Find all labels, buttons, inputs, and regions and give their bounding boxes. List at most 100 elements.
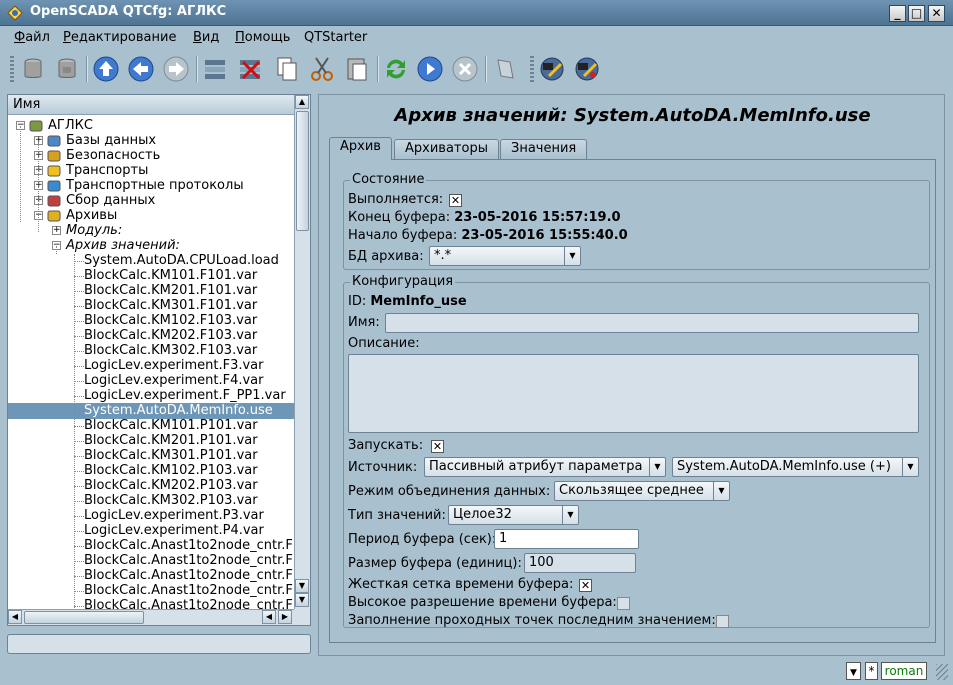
high-res-checkbox[interactable] (617, 597, 630, 610)
buffer-period-field[interactable]: 1 (494, 529, 639, 549)
state-group-title: Состояние (350, 172, 427, 187)
scroll-up-icon[interactable]: ▲ (295, 95, 309, 109)
app-icon (7, 5, 23, 21)
forward-icon[interactable] (161, 54, 191, 84)
refresh-icon[interactable] (381, 54, 411, 84)
paste-icon[interactable] (342, 54, 372, 84)
tree-item-label: BlockCalc.KM302.F103.var (84, 343, 258, 358)
value-type-select[interactable]: Целое32 ▼ (448, 505, 579, 525)
fill-points-checkbox[interactable] (716, 615, 729, 628)
running-label: Выполняется: (348, 192, 444, 207)
archive-db-label: БД архива: (348, 249, 424, 264)
tree-item-label: LogicLev.experiment.P4.var (84, 523, 264, 538)
tree-item-label: BlockCalc.KM201.P101.var (84, 433, 258, 448)
scroll-down-icon[interactable]: ▼ (295, 593, 309, 607)
toolbar-grip[interactable] (10, 56, 14, 84)
tab-pane: Состояние Выполняется: ✕ Конец буфера: 2… (329, 159, 936, 643)
maximize-button[interactable]: □ (908, 5, 925, 22)
scroll-left-icon[interactable]: ◀ (8, 610, 22, 624)
state-group: Состояние Выполняется: ✕ Конец буфера: 2… (343, 172, 930, 270)
copy-icon[interactable] (272, 54, 302, 84)
toolbar-grip-2[interactable] (530, 56, 534, 84)
hard-grid-label: Жесткая сетка времени буфера: (348, 577, 574, 592)
expand-icon[interactable]: + (52, 226, 61, 235)
navigation-tree: Имя − АГЛКС + Базы данных + Безопасность + Тран… (7, 94, 311, 626)
tab-values[interactable]: Значения (500, 139, 588, 159)
status-user[interactable]: roman (881, 662, 927, 680)
status-dropdown[interactable]: ▼ (846, 662, 861, 680)
description-field[interactable] (348, 354, 919, 433)
source-label: Источник: (348, 460, 418, 475)
toolbar (0, 50, 953, 90)
tree-item-label: Транспортные протоколы (66, 178, 244, 193)
security-icon (46, 148, 62, 164)
tree-item-label: LogicLev.experiment.F3.var (84, 358, 264, 373)
hard-grid-checkbox[interactable]: ✕ (579, 579, 592, 592)
buffer-size-label: Размер буфера (единиц): (348, 556, 522, 571)
left-status-field (7, 634, 311, 654)
stop-icon[interactable] (450, 54, 480, 84)
menu-edit[interactable]: Редактирование (63, 30, 176, 45)
tree-item-label: BlockCalc.KM202.F103.var (84, 328, 258, 343)
tree-item-label: BlockCalc.Anast1to2node_cntr.F (84, 598, 293, 609)
add-item-icon[interactable] (200, 54, 230, 84)
tree-item-label: BlockCalc.KM301.F101.var (84, 298, 258, 313)
tab-archivers[interactable]: Архиваторы (394, 139, 499, 159)
item-icon[interactable] (490, 54, 520, 84)
tree-item-label: BlockCalc.KM101.P101.var (84, 418, 258, 433)
tree-item-label: LogicLev.experiment.F_PP1.var (84, 388, 286, 403)
uicfg-icon[interactable] (572, 54, 602, 84)
chevron-down-icon: ▼ (649, 458, 665, 476)
qtcfg-icon[interactable] (537, 54, 567, 84)
status-modified-indicator: * (865, 662, 878, 680)
tree-item-label: System.AutoDA.MemInfo.use (84, 403, 273, 418)
buffer-size-field[interactable]: 100 (524, 553, 636, 573)
buffer-end-value: 23-05-2016 15:57:19.0 (454, 210, 621, 225)
close-button[interactable]: ✕ (928, 5, 945, 22)
start-checkbox[interactable]: ✕ (431, 440, 444, 453)
db-load-icon[interactable] (18, 54, 48, 84)
delete-item-icon[interactable] (235, 54, 265, 84)
up-icon[interactable] (91, 54, 121, 84)
scroll-left-2-icon[interactable]: ◀ (262, 610, 276, 624)
menu-file[interactable]: Файл (14, 30, 50, 45)
fill-points-label: Заполнение проходных точек последним зна… (348, 613, 716, 628)
combine-mode-select[interactable]: Скользящее среднее ▼ (554, 481, 730, 501)
tab-archive[interactable]: Архив (329, 137, 392, 160)
name-field[interactable] (385, 313, 919, 333)
scroll-down-arrow-icon[interactable]: ▼ (295, 579, 309, 593)
resize-grip[interactable] (936, 664, 948, 680)
tree-horizontal-scrollbar[interactable]: ◀ ◀ ▶ (8, 609, 294, 625)
menu-help[interactable]: Помощь (235, 30, 290, 45)
tree-header[interactable]: Имя (8, 95, 294, 115)
source-type-select[interactable]: Пассивный атрибут параметра ▼ (424, 457, 666, 477)
tree-item-label: BlockCalc.KM102.F103.var (84, 313, 258, 328)
tree-item-label: BlockCalc.KM201.F101.var (84, 283, 258, 298)
menu-view[interactable]: Вид (193, 30, 219, 45)
start-icon[interactable] (415, 54, 445, 84)
title-bar: OpenSCADA QTCfg: АГЛКС _ □ ✕ (0, 0, 953, 26)
tree-item-label: Модуль: (66, 223, 123, 238)
archive-db-select[interactable]: *.* ▼ (429, 246, 581, 266)
tree-vertical-scrollbar[interactable]: ▲ ▼ ▼ (294, 95, 310, 609)
start-label: Запускать: (348, 438, 424, 453)
scroll-right-icon[interactable]: ▶ (278, 610, 292, 624)
chevron-down-icon: ▼ (902, 458, 918, 476)
db-save-icon[interactable] (52, 54, 82, 84)
minimize-button[interactable]: _ (889, 5, 906, 22)
buffer-start-label: Начало буфера: 23-05-2016 15:55:40.0 (348, 228, 628, 243)
horizontal-scroll-thumb[interactable] (24, 611, 144, 624)
running-checkbox[interactable]: ✕ (449, 194, 462, 207)
tree-item-label: BlockCalc.KM101.F101.var (84, 268, 258, 283)
menu-qtstarter[interactable]: QTStarter (304, 30, 367, 45)
buffer-start-value: 23-05-2016 15:55:40.0 (461, 228, 628, 243)
database-icon (46, 133, 62, 149)
source-value-select[interactable]: System.AutoDA.MemInfo.use (+) ▼ (672, 457, 919, 477)
cut-icon[interactable] (307, 54, 337, 84)
scroll-corner (294, 609, 310, 625)
tree-item-label: BlockCalc.KM102.P103.var (84, 463, 258, 478)
data-acquisition-icon (46, 193, 62, 209)
high-res-label: Высокое разрешение времени буфера: (348, 595, 617, 610)
back-icon[interactable] (126, 54, 156, 84)
vertical-scroll-thumb[interactable] (296, 111, 309, 231)
